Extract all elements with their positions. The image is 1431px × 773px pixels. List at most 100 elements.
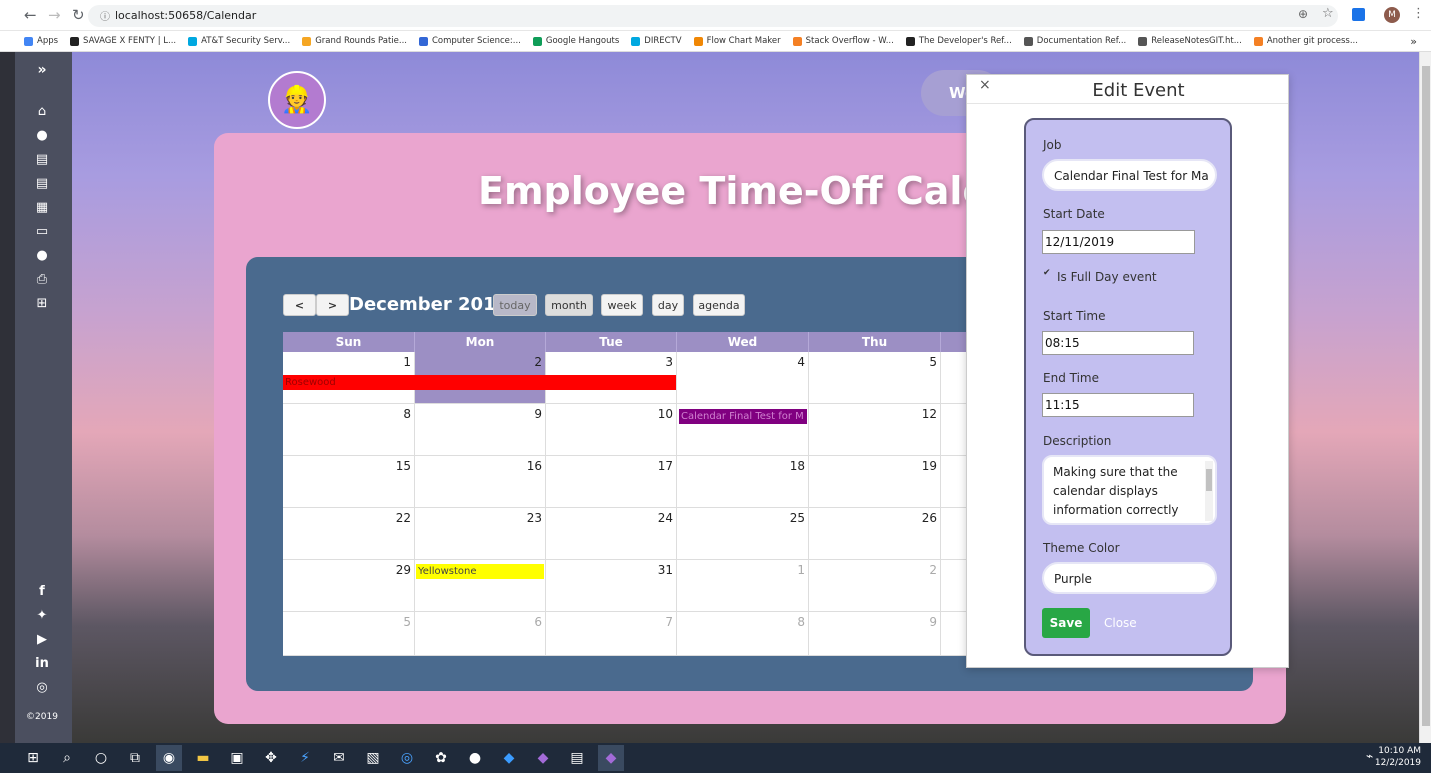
- bookmark-item[interactable]: Documentation Ref...: [1023, 36, 1126, 46]
- job-input[interactable]: Calendar Final Test for Ma: [1042, 159, 1217, 191]
- visual-studio-icon[interactable]: ◆: [530, 745, 556, 771]
- calendar-event[interactable]: Yellowstone: [416, 564, 544, 579]
- day-number: 4: [797, 355, 805, 369]
- modal-divider: [967, 103, 1288, 104]
- save-button[interactable]: Save: [1042, 608, 1090, 638]
- page-scrollbar[interactable]: [1419, 52, 1431, 743]
- page-title: Employee Time-Off Calend: [478, 169, 1043, 213]
- full-day-checkbox[interactable]: ✔: [1043, 268, 1051, 278]
- day-number: 15: [395, 459, 411, 473]
- sidebar-toggle-icon[interactable]: »: [15, 62, 69, 78]
- day-number: 3: [665, 355, 673, 369]
- newspaper-icon[interactable]: ▭: [15, 224, 69, 239]
- calendar-grid: SunMonTueWedThu1234589101112151617181922…: [283, 332, 973, 656]
- vscode-icon[interactable]: ◆: [496, 745, 522, 771]
- bookmark-item[interactable]: Another git process...: [1253, 36, 1358, 46]
- bookmark-item[interactable]: SAVAGE X FENTY | L...: [70, 36, 176, 46]
- print-icon[interactable]: ⎙: [15, 272, 69, 287]
- day-number: 8: [797, 615, 805, 629]
- prev-month-button[interactable]: <: [283, 294, 316, 316]
- star-icon[interactable]: ☆: [1322, 6, 1334, 21]
- view-agenda-button[interactable]: agenda: [693, 294, 745, 316]
- visual-studio-active-icon[interactable]: ◆: [598, 745, 624, 771]
- files-icon[interactable]: ▤: [15, 152, 69, 167]
- bookmark-item[interactable]: AT&T Security Serv...: [188, 36, 290, 46]
- reload-icon[interactable]: ↻: [72, 6, 85, 24]
- zoom-icon[interactable]: ⊕: [1298, 7, 1308, 21]
- linkedin-icon[interactable]: in: [15, 656, 69, 671]
- photos-icon[interactable]: ✿: [428, 745, 454, 771]
- bookmark-item[interactable]: Grand Rounds Patie...: [302, 36, 407, 46]
- bookmark-favicon-icon: [302, 36, 312, 46]
- menu-icon[interactable]: ⋮: [1412, 6, 1425, 21]
- facebook-icon[interactable]: f: [15, 584, 69, 599]
- search-icon[interactable]: ⌕: [54, 745, 80, 771]
- page-scroll-thumb[interactable]: [1422, 66, 1430, 726]
- theme-color-label: Theme Color: [1043, 541, 1120, 555]
- bookmark-item[interactable]: ReleaseNotesGIT.ht...: [1138, 36, 1242, 46]
- home-icon[interactable]: ⌂: [15, 104, 69, 119]
- store-icon[interactable]: ▣: [224, 745, 250, 771]
- calendar-event[interactable]: Calendar Final Test for M: [679, 409, 807, 424]
- copy-icon[interactable]: ▤: [15, 176, 69, 191]
- edge-icon[interactable]: ◎: [394, 745, 420, 771]
- azure-icon[interactable]: ⚡: [292, 745, 318, 771]
- file-explorer-icon[interactable]: ▬: [190, 745, 216, 771]
- day-header: Mon: [415, 332, 546, 352]
- textarea-scroll-thumb[interactable]: [1206, 469, 1212, 491]
- bookmark-item[interactable]: Stack Overflow - W...: [792, 36, 894, 46]
- day-number: 8: [403, 407, 411, 421]
- bookmark-item[interactable]: Flow Chart Maker: [693, 36, 781, 46]
- dropbox-icon[interactable]: ✥: [258, 745, 284, 771]
- instagram-icon[interactable]: ◎: [15, 680, 69, 695]
- system-clock[interactable]: 10:10 AM 12/2/2019: [1375, 745, 1421, 769]
- chrome-icon[interactable]: ◉: [156, 745, 182, 771]
- day-number: 19: [921, 459, 937, 473]
- start-date-input[interactable]: 12/11/2019: [1042, 230, 1195, 254]
- sidebar: » ⌂ ● ▤ ▤ ▦ ▭ ● ⎙ ⊞ f ✦ ▶ in ◎ ©2019: [15, 52, 72, 743]
- bookmark-item[interactable]: DIRECTV: [631, 36, 682, 46]
- view-month-button[interactable]: month: [545, 294, 593, 316]
- next-month-button[interactable]: >: [316, 294, 349, 316]
- calendar-event[interactable]: Rosewood: [283, 375, 676, 390]
- view-day-button[interactable]: day: [652, 294, 684, 316]
- view-week-button[interactable]: week: [601, 294, 643, 316]
- network-icon[interactable]: ⌁: [1366, 749, 1373, 763]
- github-icon[interactable]: ●: [462, 745, 488, 771]
- bookmark-item[interactable]: Computer Science:...: [418, 36, 521, 46]
- bookmark-favicon-icon: [631, 36, 641, 46]
- bookmark-item[interactable]: Apps: [24, 36, 58, 46]
- back-icon[interactable]: ←: [24, 6, 37, 24]
- bookmark-favicon-icon: [905, 36, 915, 46]
- cortana-icon[interactable]: ○: [88, 745, 114, 771]
- close-button[interactable]: Close: [1104, 616, 1137, 630]
- bookmarks-more-icon[interactable]: »: [1410, 35, 1417, 48]
- description-textarea[interactable]: Making sure that the calendar displays i…: [1042, 455, 1217, 525]
- start-time-input[interactable]: 08:15: [1042, 331, 1194, 355]
- youtube-icon[interactable]: ▶: [15, 632, 69, 647]
- bookmark-item[interactable]: The Developer's Ref...: [905, 36, 1012, 46]
- clock-date: 12/2/2019: [1374, 758, 1421, 768]
- address-bar[interactable]: [88, 5, 1338, 27]
- task-view-icon[interactable]: ⧉: [122, 745, 148, 771]
- calendar-icon[interactable]: ▦: [15, 200, 69, 215]
- forward-icon[interactable]: →: [48, 6, 61, 24]
- mail-icon[interactable]: ✉: [326, 745, 352, 771]
- info-icon[interactable]: ⓘ: [100, 8, 110, 23]
- page-viewport: » ⌂ ● ▤ ▤ ▦ ▭ ● ⎙ ⊞ f ✦ ▶ in ◎ ©2019 👷 W…: [0, 52, 1419, 743]
- notepad-icon[interactable]: ▤: [564, 745, 590, 771]
- bookmark-label: Stack Overflow - W...: [805, 36, 894, 46]
- paint-icon[interactable]: ▧: [360, 745, 386, 771]
- full-day-label: Is Full Day event: [1057, 270, 1157, 284]
- windows-start-icon[interactable]: ⊞: [20, 745, 46, 771]
- end-time-input[interactable]: 11:15: [1042, 393, 1194, 417]
- bookmark-item[interactable]: Google Hangouts: [532, 36, 619, 46]
- view-today-button[interactable]: today: [493, 294, 537, 316]
- users-icon[interactable]: ●: [15, 128, 69, 143]
- comments-icon[interactable]: ●: [15, 248, 69, 263]
- cart-icon[interactable]: ⊞: [15, 296, 69, 311]
- theme-color-input[interactable]: Purple: [1042, 562, 1217, 594]
- profile-avatar[interactable]: M: [1384, 7, 1400, 23]
- twitter-icon[interactable]: ✦: [15, 608, 69, 623]
- extension-icon[interactable]: [1352, 8, 1365, 21]
